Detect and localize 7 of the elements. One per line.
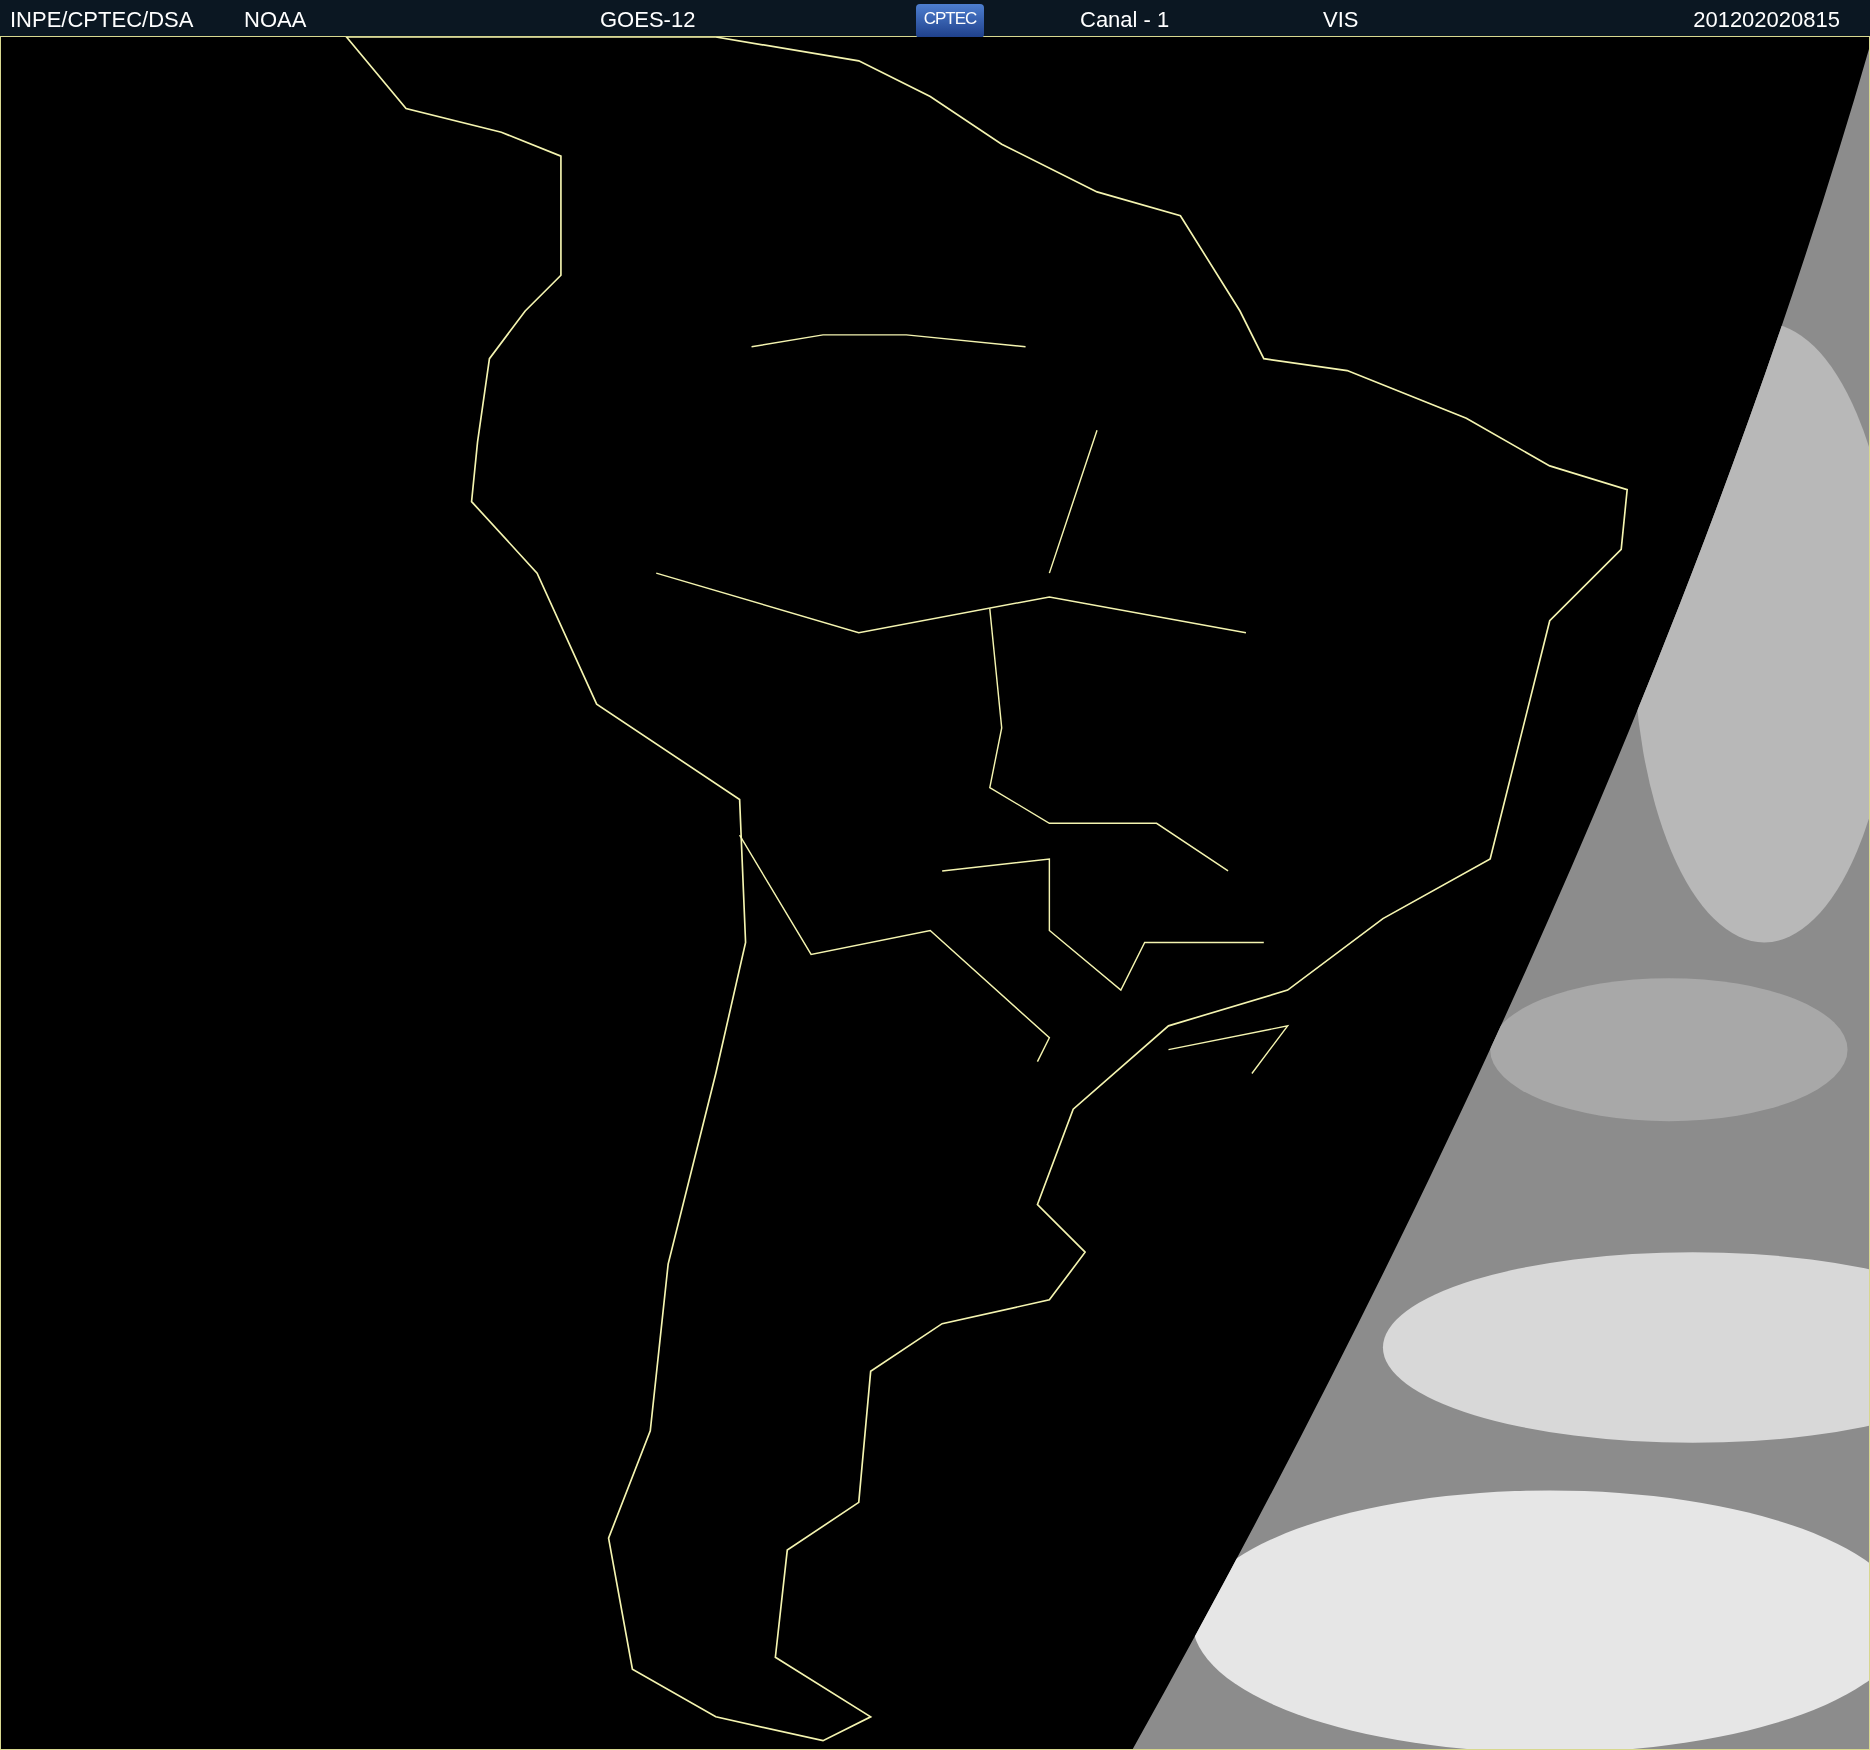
header-label: Canal - 1 [1080, 5, 1171, 34]
header-label: VIS [1323, 5, 1360, 34]
header-label: NOAA [244, 5, 308, 34]
header-label: 201202020815 [1693, 5, 1840, 34]
header-label: GOES-12 [600, 5, 697, 34]
header-label: INPE/CPTEC/DSA [10, 5, 195, 34]
logo: CPTEC [916, 4, 984, 38]
